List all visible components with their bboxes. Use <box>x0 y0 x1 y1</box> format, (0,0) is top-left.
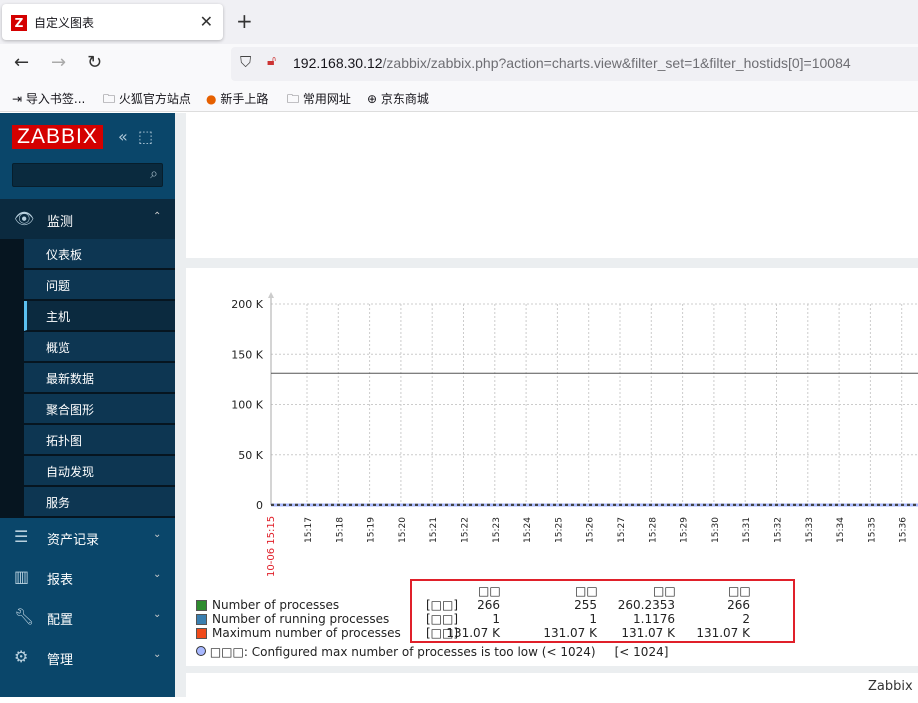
y-tick-label: 100 K <box>231 399 263 412</box>
x-tick-label: 15:28 <box>648 517 658 543</box>
legend-item-processes: Number of processes <box>196 598 339 612</box>
x-tick-label: 15:22 <box>461 517 471 543</box>
x-tick-label: 15:26 <box>586 517 596 543</box>
x-tick-label: 15:17 <box>304 517 314 543</box>
x-tick-label: 15:35 <box>867 517 877 543</box>
x-tick-label: 15:31 <box>742 517 752 543</box>
x-tick-label: 15:32 <box>774 517 784 543</box>
y-tick-label: 150 K <box>231 348 263 361</box>
x-start-label: 10-06 15:15 <box>266 516 277 577</box>
stat-value: 131.07 K <box>696 626 750 640</box>
legend-swatch <box>196 628 207 639</box>
x-tick-label: 15:29 <box>680 517 690 543</box>
x-tick-label: 15:36 <box>899 517 909 543</box>
footer-zabbix: Zabbix <box>866 679 916 695</box>
y-tick-label: 200 K <box>231 298 263 311</box>
stat-header: □□ <box>653 584 676 598</box>
stat-header: □□ <box>575 584 598 598</box>
legend-item-max: Maximum number of processes <box>196 626 401 640</box>
stat-header: □□ <box>478 584 501 598</box>
x-tick-label: 15:30 <box>711 517 721 543</box>
legend-swatch <box>196 600 207 611</box>
stat-value: 131.07 K <box>446 626 500 640</box>
x-tick-label: 15:24 <box>523 517 533 543</box>
x-tick-label: 15:25 <box>554 517 564 543</box>
stat-value: 266 <box>477 598 500 612</box>
trigger-legend: □□□: Configured max number of processes … <box>196 645 668 659</box>
stat-value: 1 <box>492 612 500 626</box>
x-tick-label: 15:21 <box>429 517 439 543</box>
x-tick-label: 15:20 <box>398 517 408 543</box>
stat-header: □□ <box>728 584 751 598</box>
trigger-circle-icon <box>196 646 206 656</box>
legend-item-running: Number of running processes <box>196 612 389 626</box>
x-tick-label: 15:18 <box>335 517 345 543</box>
x-tick-label: 15:19 <box>367 517 377 543</box>
y-axis-arrow <box>268 292 274 298</box>
x-tick-label: 15:27 <box>617 517 627 543</box>
y-tick-label: 0 <box>256 499 263 512</box>
y-tick-label: 50 K <box>238 449 263 462</box>
x-tick-label: 15:34 <box>836 517 846 543</box>
stat-value: 2 <box>742 612 750 626</box>
x-tick-label: 15:33 <box>805 517 815 543</box>
legend-swatch <box>196 614 207 625</box>
x-tick-label: 15:23 <box>492 517 502 543</box>
stat-value: 266 <box>727 598 750 612</box>
